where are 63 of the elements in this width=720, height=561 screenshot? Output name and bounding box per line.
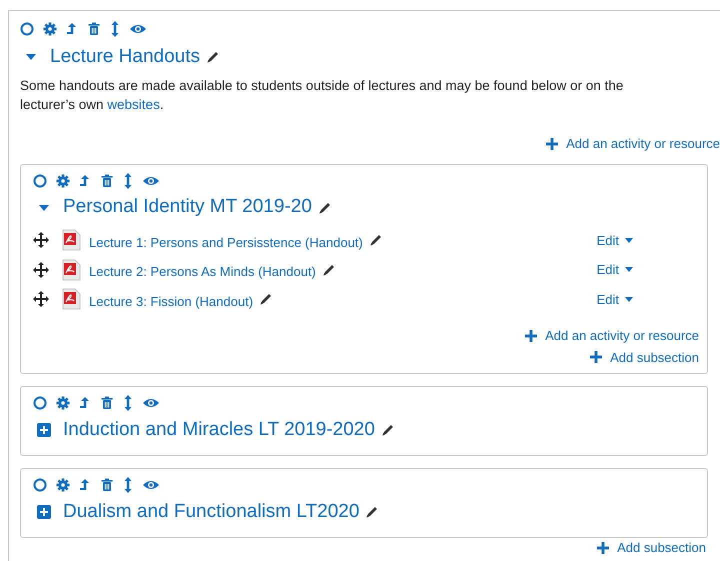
add-subsection-link[interactable]: Add subsection: [590, 348, 699, 367]
drag-move-icon[interactable]: [33, 291, 49, 308]
edit-pencil-icon[interactable]: [206, 50, 220, 64]
drag-move-icon[interactable]: [33, 262, 49, 278]
eye-icon[interactable]: [129, 22, 147, 36]
edit-pencil-icon[interactable]: [322, 262, 336, 277]
delete-icon[interactable]: [87, 22, 101, 36]
plus-icon: [525, 330, 538, 342]
plus-icon: [546, 138, 558, 150]
pdf-file-icon: [61, 258, 81, 281]
settings-icon[interactable]: [56, 396, 70, 410]
move-up-icon[interactable]: [79, 174, 91, 188]
section-title[interactable]: Personal Identity MT 2019-20: [63, 196, 312, 219]
move-icon[interactable]: [123, 477, 133, 493]
settings-icon[interactable]: [56, 478, 70, 492]
highlight-circle-icon[interactable]: [20, 22, 34, 36]
edit-pencil-icon[interactable]: [380, 423, 395, 437]
collapse-caret-icon[interactable]: [25, 53, 37, 61]
delete-icon[interactable]: [100, 174, 114, 188]
edit-pencil-icon[interactable]: [368, 233, 383, 248]
move-icon[interactable]: [123, 395, 133, 411]
section-title[interactable]: Induction and Miracles LT 2019-2020: [63, 418, 375, 442]
eye-icon[interactable]: [142, 478, 160, 492]
edit-menu[interactable]: Edit: [596, 230, 633, 250]
activity-link[interactable]: Lecture 1: Persons and Persisstence (Handout): [89, 232, 363, 252]
pdf-file-icon: [61, 288, 81, 310]
move-up-icon[interactable]: [66, 22, 78, 36]
delete-icon[interactable]: [100, 396, 114, 410]
section-title[interactable]: Lecture Handouts: [50, 46, 200, 68]
edit-pencil-icon[interactable]: [365, 505, 380, 519]
section-description: Some handouts are made available to students outside of lectures and may be found below or on the lecturer’s own websites.: [20, 77, 624, 114]
add-activity-link[interactable]: Add an activity or resource: [546, 134, 720, 154]
edit-pencil-icon[interactable]: [259, 292, 274, 306]
add-subsection-link[interactable]: Add subsection: [597, 538, 706, 558]
activity-link[interactable]: Lecture 3: Fission (Handout): [89, 292, 254, 311]
settings-icon[interactable]: [56, 174, 70, 188]
edit-pencil-icon[interactable]: [318, 200, 332, 214]
caret-icon: [625, 238, 633, 243]
caret-icon: [625, 267, 633, 272]
move-up-icon[interactable]: [79, 478, 91, 492]
caret-icon: [625, 296, 633, 302]
plus-icon: [590, 351, 602, 364]
highlight-circle-icon[interactable]: [33, 174, 47, 188]
drag-move-icon[interactable]: [33, 232, 49, 248]
expand-plus-icon[interactable]: [37, 423, 51, 437]
collapse-caret-icon[interactable]: [38, 204, 50, 212]
edit-menu[interactable]: Edit: [596, 260, 633, 280]
edit-menu[interactable]: Edit: [596, 290, 633, 309]
move-up-icon[interactable]: [79, 396, 91, 410]
highlight-circle-icon[interactable]: [33, 478, 47, 492]
highlight-circle-icon[interactable]: [33, 396, 47, 410]
move-icon[interactable]: [123, 172, 133, 188]
websites-link[interactable]: websites: [107, 97, 160, 112]
delete-icon[interactable]: [100, 478, 114, 492]
eye-icon[interactable]: [142, 396, 160, 410]
settings-icon[interactable]: [43, 22, 57, 36]
activity-link[interactable]: Lecture 2: Persons As Minds (Handout): [89, 262, 316, 282]
plus-icon: [597, 542, 610, 554]
expand-plus-icon[interactable]: [37, 505, 51, 519]
move-icon[interactable]: [110, 21, 120, 37]
pdf-file-icon: [61, 229, 81, 252]
add-activity-link[interactable]: Add an activity or resource: [525, 326, 699, 346]
section-title[interactable]: Dualism and Functionalism LT2020: [63, 500, 360, 524]
